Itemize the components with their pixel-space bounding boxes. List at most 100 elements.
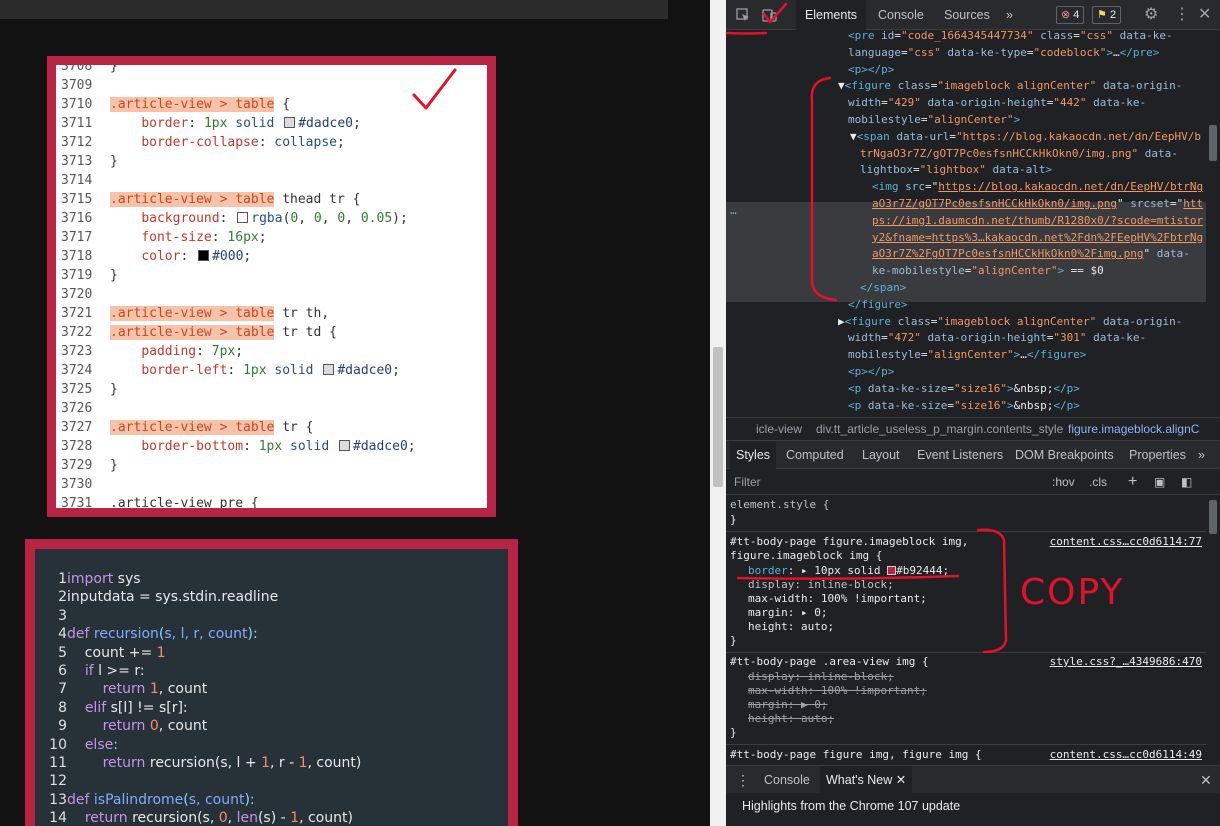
cls-toggle[interactable]: .cls — [1089, 469, 1107, 495]
line-number: 13 — [49, 791, 67, 808]
code-token: : — [227, 363, 244, 378]
sidebar-toggle-icon[interactable]: ◧ — [1181, 469, 1192, 495]
dom-node-line[interactable]: trNgaO3r7Z/gOT7Pc0esfsnHCCkHkOkn0/img.pn… — [860, 145, 1178, 162]
tab-console[interactable]: Console — [878, 0, 924, 30]
rule-selector[interactable]: #tt-body-page figure img, figure img { — [730, 748, 982, 762]
color-swatch[interactable] — [887, 566, 897, 575]
dom-node-line[interactable]: language="css" data-ke-type="codeblock">… — [848, 44, 1159, 61]
tab-computed[interactable]: Computed — [786, 441, 844, 469]
styles-scrollbar[interactable] — [1206, 495, 1220, 763]
dom-scrollbar-thumb[interactable] — [1209, 125, 1217, 161]
tab-event-listeners[interactable]: Event Listeners — [917, 441, 1003, 469]
close-tab-icon[interactable]: ✕ — [896, 773, 906, 787]
dom-node-line[interactable]: <pre id="code_1664345447734" class="css"… — [848, 30, 1173, 44]
dom-node-line[interactable]: aO3r7Z/gOT7Pc0esfsnHCCkHkOkn0/img.png" s… — [872, 195, 1203, 212]
warnings-badge[interactable]: ⚑ 2 — [1092, 6, 1122, 24]
tab-properties[interactable]: Properties — [1129, 441, 1186, 469]
code-text: import sys — [67, 570, 141, 588]
tab-elements[interactable]: Elements — [796, 0, 866, 30]
paint-icon[interactable]: ▣ — [1154, 469, 1165, 495]
dom-node-line[interactable]: ▼<figure class="imageblock alignCenter" … — [838, 77, 1182, 94]
css-property[interactable]: display: inline-block; — [748, 578, 894, 592]
styles-scrollbar-thumb[interactable] — [1209, 500, 1217, 534]
line-number: 7 — [58, 681, 67, 698]
drawer-menu-icon[interactable]: ⋮ — [736, 766, 750, 794]
breadcrumb-item[interactable]: icle-view — [756, 418, 802, 440]
more-subtabs-button[interactable]: » — [1198, 441, 1205, 469]
element-style-rule[interactable]: element.style { — [730, 498, 829, 512]
styles-pane[interactable]: element.style { } #tt-body-page figure.i… — [726, 495, 1206, 763]
drawer-tabs: ⋮ Console What's New ✕ ✕ — [726, 765, 1220, 794]
page-scrollbar-thumb[interactable] — [713, 347, 723, 487]
dom-tree[interactable]: … <pre id="code_1664345447734" class="cs… — [726, 30, 1206, 416]
code-text: } — [110, 456, 118, 475]
styles-filter-input[interactable] — [730, 472, 1042, 492]
dom-node-line[interactable]: <img src="https://blog.kakaocdn.net/dn/E… — [872, 178, 1203, 195]
dom-node-line[interactable]: ke-mobilestyle="alignCenter"> == $0 — [872, 262, 1104, 279]
rule-source-link[interactable]: content.css…cc0d6114:49 — [1050, 748, 1202, 762]
node-ellipsis[interactable]: … — [730, 202, 737, 219]
dom-node-line[interactable]: lightbox="lightbox" data-alt> — [860, 161, 1052, 178]
line-number: 3 — [58, 607, 67, 624]
close-icon[interactable]: ✕ — [1198, 0, 1211, 30]
css-property[interactable]: height: auto; — [748, 620, 834, 634]
more-tabs-button[interactable]: » — [1006, 0, 1013, 30]
dom-node-line[interactable]: y2&fname=https%3…kakaocdn.net%2Fdn%2FEep… — [872, 229, 1203, 246]
dom-node-line[interactable]: mobilestyle="alignCenter">…</figure> — [848, 346, 1086, 363]
tab-layout[interactable]: Layout — [862, 441, 900, 469]
inspect-element-icon[interactable] — [736, 0, 750, 30]
code-text: elif s[l] != s[r]: — [67, 699, 188, 717]
css-property-border[interactable]: border: ▸ 10px solid #b92444; — [748, 564, 949, 578]
dom-node-line[interactable]: <p data-ke-size="size16">&nbsp;</p> — [848, 380, 1080, 397]
css-property-overridden[interactable]: height: auto; — [748, 712, 834, 726]
breadcrumb-item[interactable]: div.tt_article_useless_p_margin.contents… — [816, 418, 1063, 440]
css-property-margin[interactable]: margin: ▸ 0; — [748, 606, 828, 620]
code-token: return — [102, 755, 146, 771]
dom-node-line[interactable]: <p></p> — [848, 61, 894, 78]
close-drawer-icon[interactable]: ✕ — [1200, 766, 1212, 794]
gear-icon[interactable]: ⚙ — [1144, 0, 1158, 30]
tab-dom-breakpoints[interactable]: DOM Breakpoints — [1015, 441, 1114, 469]
device-toolbar-icon[interactable] — [762, 0, 777, 30]
dom-token: "alignCenter" — [971, 264, 1058, 278]
rule-selector[interactable]: #tt-body-page figure.imageblock img, — [730, 535, 968, 549]
dom-node-line[interactable]: ps://img1.daumcdn.net/thumb/R1280x0/?sco… — [872, 212, 1203, 229]
rule-source-link[interactable]: style.css?_…4349686:470 — [1050, 655, 1202, 669]
kebab-menu-icon[interactable]: ⋮ — [1174, 0, 1190, 30]
dom-node-line[interactable]: <p data-ke-size="size16">&nbsp;</p> — [848, 397, 1080, 414]
css-property-overridden[interactable]: margin: ▶ 0; — [748, 698, 827, 712]
tab-styles[interactable]: Styles — [730, 441, 777, 469]
drawer-tab-whats-new[interactable]: What's New ✕ — [820, 766, 913, 794]
dom-scrollbar[interactable] — [1206, 30, 1220, 416]
css-property[interactable]: max-width: 100% !important; — [748, 592, 927, 606]
dom-token: = — [881, 96, 888, 110]
hov-toggle[interactable]: :hov — [1052, 469, 1075, 495]
dom-node-line[interactable]: width="429" data-origin-height="442" dat… — [848, 94, 1146, 111]
dom-node-line[interactable]: ▶<figure class="imageblock alignCenter" … — [838, 313, 1182, 330]
code-text: return 0, count — [67, 717, 208, 735]
dom-node-line[interactable]: </span> — [860, 279, 906, 296]
code-token: , — [321, 211, 338, 226]
rule-selector[interactable]: #tt-body-page .area-view img { — [730, 655, 929, 669]
rule-source-link[interactable]: content.css…cc0d6114:77 — [1050, 535, 1202, 549]
code-token: #dadce0 — [298, 116, 354, 131]
code-line: 6 if l >= r: — [35, 662, 145, 680]
css-property-overridden[interactable]: max-width: 100% !important; — [748, 684, 927, 698]
dom-node-line[interactable]: </figure> — [848, 296, 908, 313]
css-property-overridden[interactable]: display: inline-block; — [748, 670, 894, 684]
code-line: 3 — [35, 607, 67, 625]
tab-sources[interactable]: Sources — [944, 0, 990, 30]
dom-node-line[interactable]: width="472" data-origin-height="301" dat… — [848, 329, 1146, 346]
dom-node-line[interactable]: <p></p> — [848, 363, 894, 380]
new-rule-button[interactable]: + — [1128, 469, 1137, 495]
errors-badge[interactable]: ⊗ 4 — [1056, 6, 1085, 24]
dom-node-line[interactable]: aO3r7Z%2FgOT7Pc0esfsnHCCkHkOkn0%2Fimg.pn… — [872, 245, 1190, 262]
dom-node-line[interactable]: mobilestyle="alignCenter"> — [848, 111, 1020, 128]
dom-node-line[interactable]: ▼<span data-url="https://blog.kakaocdn.n… — [850, 128, 1201, 145]
drawer-tab-console[interactable]: Console — [764, 766, 810, 794]
breadcrumb-item-active[interactable]: figure.imageblock.alignC — [1068, 418, 1199, 440]
code-token: collapse — [274, 135, 337, 150]
rule-selector[interactable]: figure.imageblock img { — [730, 549, 882, 563]
